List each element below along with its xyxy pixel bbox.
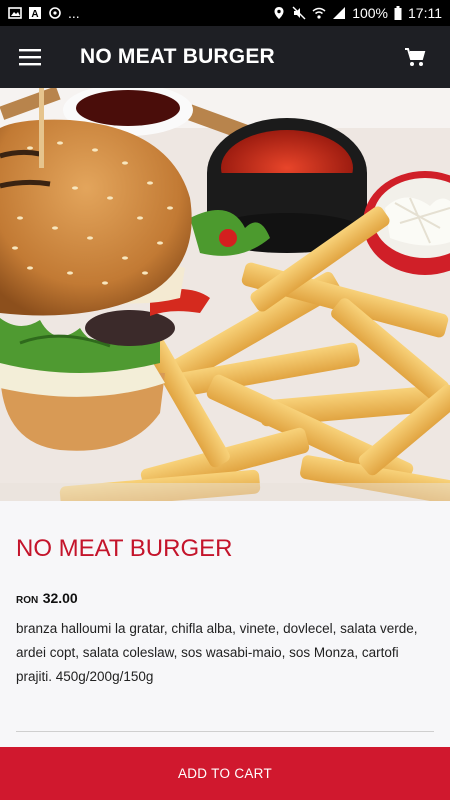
image-icon (8, 7, 22, 19)
app-bar: NO MEAT BURGER (0, 26, 450, 88)
mute-icon (292, 6, 306, 20)
status-time: 17:11 (408, 5, 442, 21)
app-title: NO MEAT BURGER (80, 45, 275, 68)
product-price: RON 32.00 (16, 590, 78, 608)
status-dots: ... (68, 5, 80, 21)
cart-button[interactable] (392, 26, 438, 88)
cart-icon (405, 48, 426, 66)
status-bar: A ... 100% 17:11 (0, 0, 450, 26)
menu-icon (19, 49, 41, 66)
app-a-icon: A (29, 7, 41, 20)
status-left: A ... (8, 5, 80, 21)
add-to-cart-label: ADD TO CART (177, 766, 273, 781)
status-right: 100% 17:11 (272, 5, 442, 21)
menu-button[interactable] (0, 26, 60, 88)
burger-fries-photo (0, 88, 450, 501)
product-image (0, 88, 450, 501)
signal-icon (333, 7, 346, 19)
product-description: branza halloumi la gratar, chifla alba, … (16, 621, 418, 684)
location-icon (274, 7, 284, 19)
battery-icon (394, 6, 402, 20)
price-amount: 32.00 (42, 590, 78, 606)
price-currency: RON (16, 595, 39, 606)
battery-percent: 100% (352, 5, 388, 21)
add-to-cart-button[interactable]: ADD TO CART (0, 747, 450, 800)
wifi-icon (312, 7, 326, 19)
divider (16, 731, 434, 732)
sync-icon (49, 7, 61, 19)
svg-text:A: A (31, 9, 38, 20)
product-name: NO MEAT BURGER (16, 535, 233, 562)
